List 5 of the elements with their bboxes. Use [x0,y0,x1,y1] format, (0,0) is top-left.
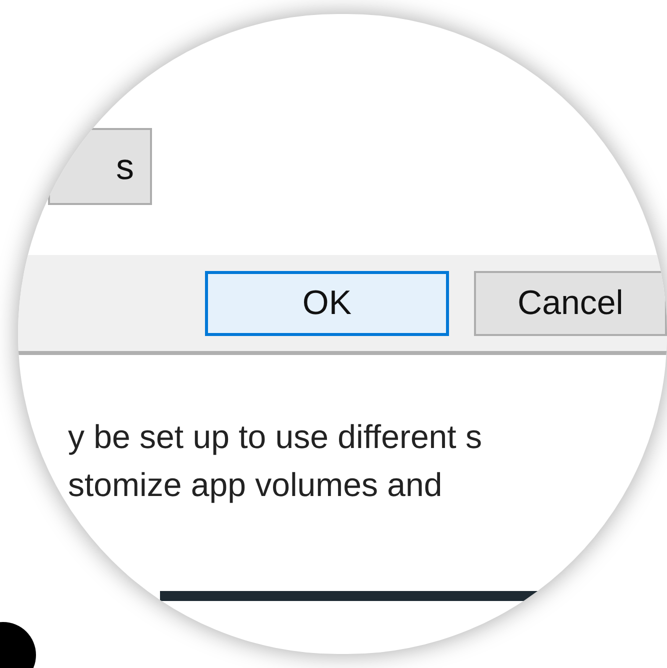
dialog-button[interactable]: OK [205,270,449,336]
dialog-button[interactable]: s [48,128,152,205]
description-text: y be set up to use different s [68,417,483,457]
description-text: stomize app volumes and [68,465,444,505]
dialog-button[interactable]: Cancel [474,270,667,336]
